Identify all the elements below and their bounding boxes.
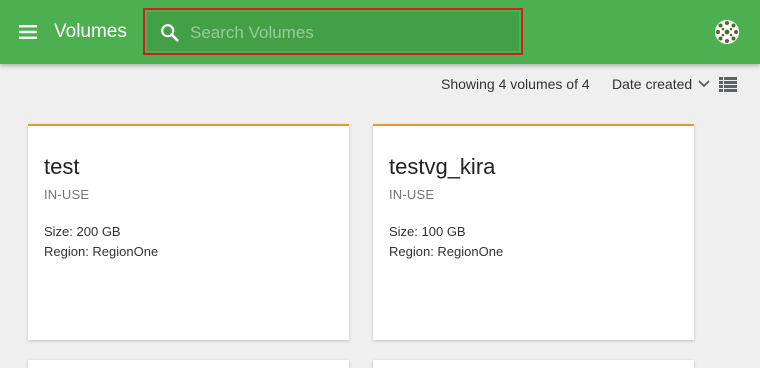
volume-name: testvg_kira (389, 154, 496, 179)
volume-size: Size: 200 GB (44, 224, 121, 239)
volume-card[interactable]: testvg_kira IN-USE Size: 100 GB Region: … (373, 124, 694, 340)
page-title: Volumes (54, 21, 127, 42)
volume-size: Size: 100 GB (389, 224, 466, 239)
volume-status: IN-USE (389, 187, 435, 202)
chevron-down-icon (698, 80, 710, 88)
volume-region: Region: RegionOne (389, 244, 504, 259)
volume-card[interactable]: test IN-USE Size: 200 GB Region: RegionO… (28, 124, 349, 340)
search-input[interactable] (190, 19, 510, 47)
volume-card-partial[interactable] (28, 360, 349, 368)
volume-count-text: Showing 4 volumes of 4 (441, 76, 590, 92)
search-bar[interactable] (143, 8, 523, 55)
volume-name: test (44, 154, 80, 179)
app-bar: Volumes (0, 0, 760, 64)
sort-dropdown[interactable]: Date created (612, 76, 710, 92)
menu-button[interactable] (12, 16, 44, 48)
avatar-icon[interactable] (714, 19, 740, 45)
hamburger-icon (19, 25, 37, 39)
list-view-icon[interactable] (719, 77, 737, 92)
volume-status: IN-USE (44, 187, 90, 202)
volume-card-partial[interactable] (373, 360, 694, 368)
volume-region: Region: RegionOne (44, 244, 159, 259)
search-icon (161, 24, 179, 42)
sort-label: Date created (612, 76, 693, 92)
